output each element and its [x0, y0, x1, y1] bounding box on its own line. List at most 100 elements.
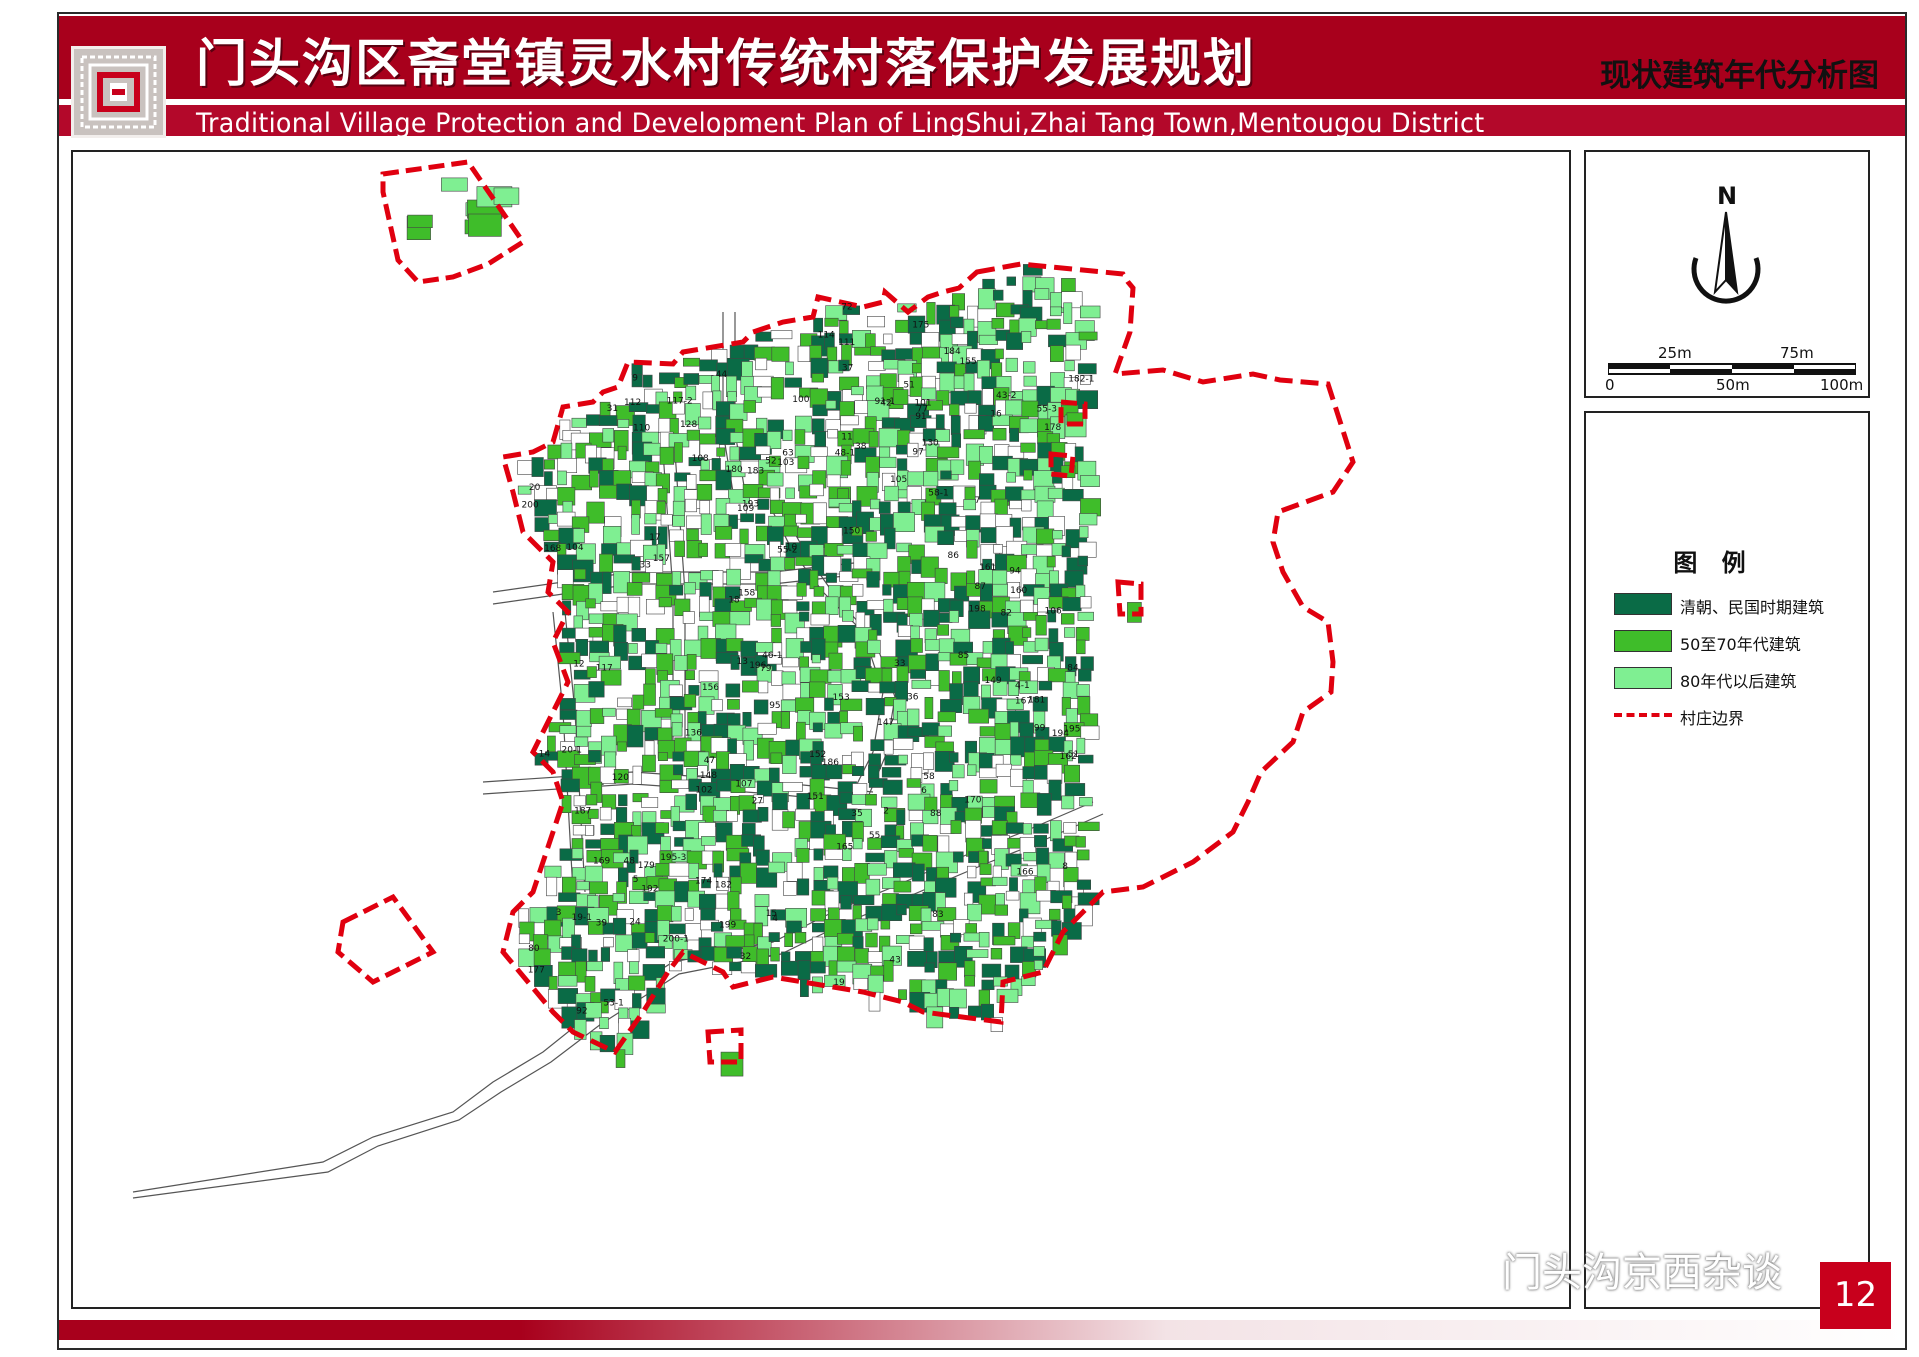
building	[698, 670, 719, 683]
building	[1005, 357, 1018, 372]
building-number: 107	[735, 780, 752, 790]
building	[895, 319, 910, 333]
building-number: 158	[738, 589, 755, 599]
building-number: 100	[792, 395, 809, 405]
village-map[interactable]: 31515248-148444346-14753-155394238373632…	[73, 152, 1569, 1307]
legend-boundary-dash	[1614, 713, 1672, 717]
building-number: 97	[912, 448, 923, 458]
building-number: 200	[522, 501, 539, 511]
building	[1036, 793, 1052, 816]
building	[953, 851, 964, 863]
building-number: 155	[960, 357, 977, 367]
building	[1023, 469, 1033, 481]
building	[950, 316, 964, 329]
building	[782, 781, 803, 792]
building	[673, 764, 684, 776]
building	[1020, 442, 1036, 453]
building	[1076, 879, 1092, 890]
building	[674, 540, 685, 557]
building	[518, 933, 531, 944]
building	[990, 947, 1003, 960]
building	[867, 974, 884, 994]
building-number: 196	[749, 661, 766, 671]
building	[936, 361, 957, 373]
building	[967, 865, 977, 879]
building	[584, 976, 596, 992]
building-number: 156	[702, 683, 719, 693]
building	[742, 680, 760, 693]
building	[896, 904, 907, 916]
building	[1034, 835, 1048, 848]
building-number: 27	[752, 797, 763, 807]
building-number: 13	[737, 657, 748, 667]
building-number: 182-1	[1068, 375, 1094, 385]
building	[994, 498, 1008, 516]
building	[1076, 626, 1090, 641]
building	[786, 920, 802, 934]
building	[882, 584, 892, 596]
building	[576, 881, 590, 891]
building	[1080, 475, 1100, 487]
building	[841, 609, 854, 622]
building	[884, 485, 899, 502]
building-number: 52	[765, 456, 776, 466]
building	[992, 427, 1007, 441]
building-number: 101	[914, 399, 931, 409]
building	[910, 669, 926, 679]
building-number: 112	[624, 398, 641, 408]
building	[1077, 611, 1094, 621]
building-number: 174	[695, 876, 712, 886]
building	[1023, 375, 1037, 387]
building	[840, 460, 852, 476]
building	[1079, 596, 1092, 609]
building	[784, 557, 796, 570]
building-number: 84	[1067, 663, 1079, 673]
building	[586, 414, 601, 426]
building-number: 193	[742, 500, 759, 510]
building	[963, 892, 974, 906]
building	[770, 614, 781, 627]
building	[1046, 555, 1056, 568]
building-number: 170	[964, 795, 981, 805]
map-panel[interactable]: 31 51 52 48-1 48 44 43 46-1 47 53-1 55 39 42 38 37 36 32…	[71, 150, 1571, 1309]
building	[686, 528, 699, 541]
building	[698, 375, 714, 384]
building-number: 14	[539, 750, 551, 760]
building	[1080, 656, 1094, 671]
building	[868, 431, 879, 448]
building-number: 110	[633, 424, 650, 434]
building	[794, 931, 807, 944]
building	[949, 610, 960, 623]
building	[842, 754, 853, 765]
building	[1020, 489, 1037, 500]
building	[992, 289, 1004, 301]
building-number: 160	[1010, 586, 1027, 596]
building	[716, 447, 726, 457]
building	[851, 765, 865, 776]
building	[1009, 427, 1019, 442]
building	[660, 514, 673, 526]
building	[898, 989, 907, 1000]
building	[727, 891, 740, 911]
building-number: 130	[922, 438, 939, 448]
building-number: 186	[822, 758, 839, 768]
building	[808, 681, 826, 698]
building	[546, 876, 558, 897]
buildings-layer	[406, 177, 1142, 1077]
building	[839, 320, 849, 336]
building	[1076, 639, 1086, 655]
building	[865, 531, 877, 542]
building	[645, 946, 665, 959]
building	[612, 917, 627, 935]
building	[948, 780, 959, 792]
building	[1064, 783, 1086, 797]
building	[573, 795, 586, 807]
building	[784, 377, 802, 388]
building	[729, 611, 751, 626]
building-number: 104	[566, 543, 583, 553]
building	[726, 568, 741, 586]
building-number: 43	[889, 956, 900, 966]
building-number: 105	[890, 475, 907, 485]
building	[629, 961, 639, 975]
building	[589, 708, 605, 724]
